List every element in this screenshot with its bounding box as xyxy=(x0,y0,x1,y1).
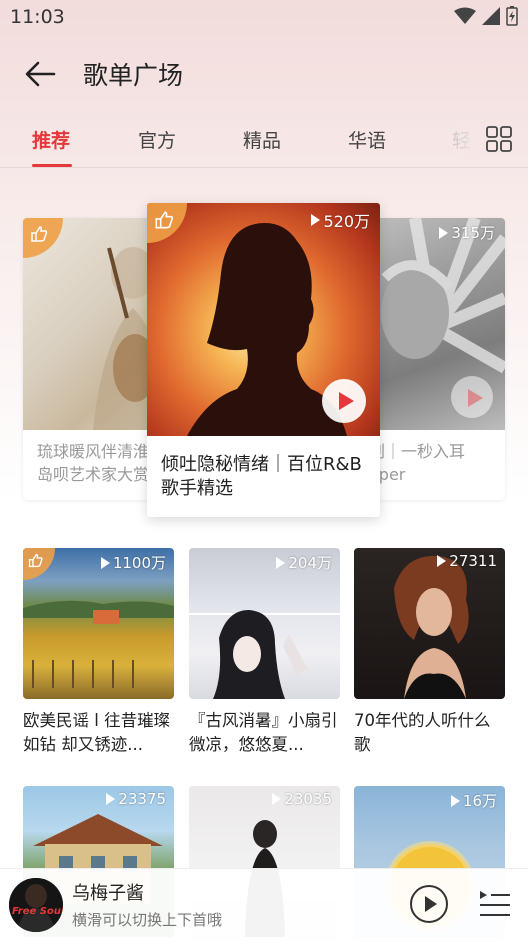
playlist-card[interactable]: 204万 『古风消暑』小扇引微凉，悠悠夏... xyxy=(189,548,340,757)
play-count: 23375 xyxy=(106,790,166,808)
carousel-card-center[interactable]: 520万 倾吐隐秘情绪｜百位R&B歌手精选 xyxy=(147,203,380,517)
song-title: 乌梅子酱 xyxy=(72,883,144,904)
battery-icon xyxy=(506,6,518,26)
playlist-card[interactable]: 1100万 欧美民谣 l 往昔璀璨如钻 却又锈迹... xyxy=(23,548,174,757)
playlist-cover: 27311 xyxy=(354,548,505,699)
status-icons xyxy=(454,6,518,26)
playlist-card[interactable]: 27311 70年代的人听什么歌 xyxy=(354,548,505,757)
grid-menu-icon[interactable] xyxy=(486,126,512,152)
play-button[interactable] xyxy=(322,379,366,423)
play-count: 520万 xyxy=(311,208,370,232)
play-count-icon xyxy=(100,556,110,569)
tab-boutique[interactable]: 精品 xyxy=(243,126,281,153)
play-count-value: 315万 xyxy=(451,224,495,242)
play-count-value: 16万 xyxy=(462,792,497,810)
play-count-icon xyxy=(272,793,282,805)
tab-recommended[interactable]: 推荐 xyxy=(32,126,70,153)
play-count-icon xyxy=(276,556,286,569)
play-count-value: 23375 xyxy=(118,790,166,808)
page-title: 歌单广场 xyxy=(83,61,184,90)
tab-fade xyxy=(440,120,480,160)
hand-like-icon xyxy=(28,553,43,568)
play-count-value: 204万 xyxy=(288,554,332,572)
wifi-icon xyxy=(454,7,476,24)
playlist-title: 欧美民谣 l 往昔璀璨如钻 却又锈迹... xyxy=(23,711,171,754)
hand-like-icon xyxy=(31,226,48,242)
play-button[interactable] xyxy=(451,376,493,418)
album-avatar[interactable]: Free Soul xyxy=(9,878,63,932)
tab-official[interactable]: 官方 xyxy=(138,126,176,153)
play-count-icon xyxy=(311,214,321,226)
play-count-value: 1100万 xyxy=(112,554,166,572)
back-arrow-icon[interactable] xyxy=(22,56,58,92)
playlist-cover: 204万 xyxy=(189,548,340,699)
play-pause-button[interactable] xyxy=(410,885,448,923)
playlist-title: 70年代的人听什么歌 xyxy=(354,711,491,754)
playlist-title: 『古风消暑』小扇引微凉，悠悠夏... xyxy=(189,711,338,754)
play-count: 315万 xyxy=(439,222,495,243)
play-count: 1100万 xyxy=(100,552,166,573)
play-count-icon xyxy=(450,794,460,807)
play-count: 204万 xyxy=(276,552,332,573)
play-count: 27311 xyxy=(437,552,497,570)
playlist-cover: 1100万 xyxy=(23,548,174,699)
carousel-right-title-line2: oper xyxy=(369,465,406,484)
carousel-right-title: 刮｜一秒入耳 oper xyxy=(369,440,505,486)
play-count-icon xyxy=(439,226,449,239)
play-count-value: 520万 xyxy=(323,212,370,231)
play-count-value: 27311 xyxy=(449,552,497,570)
play-count: 23035 xyxy=(272,790,332,808)
swipe-hint: 横滑可以切换上下首哦 xyxy=(72,911,223,929)
play-count-icon xyxy=(106,793,116,805)
play-count-icon xyxy=(437,555,447,567)
tab-bar: 推荐 官方 精品 华语 轻 xyxy=(0,120,528,167)
carousel-right-title-line1: 刮｜一秒入耳 xyxy=(369,442,466,461)
tabs-divider xyxy=(0,167,528,168)
hand-like-icon xyxy=(155,211,174,229)
play-count-value: 23035 xyxy=(284,790,332,808)
signal-icon xyxy=(482,7,500,25)
tab-chinese[interactable]: 华语 xyxy=(348,126,386,153)
carousel-center-title: 倾吐隐秘情绪｜百位R&B歌手精选 xyxy=(161,454,362,499)
carousel-center-image: 520万 xyxy=(147,203,380,436)
status-time: 11:03 xyxy=(10,6,65,28)
mini-player[interactable]: Free Soul 乌梅子酱 横滑可以切换上下首哦 xyxy=(0,868,528,941)
play-count: 16万 xyxy=(450,790,497,811)
avatar-logo-text: Free Soul xyxy=(12,906,63,917)
playlist-queue-icon[interactable] xyxy=(478,887,512,921)
